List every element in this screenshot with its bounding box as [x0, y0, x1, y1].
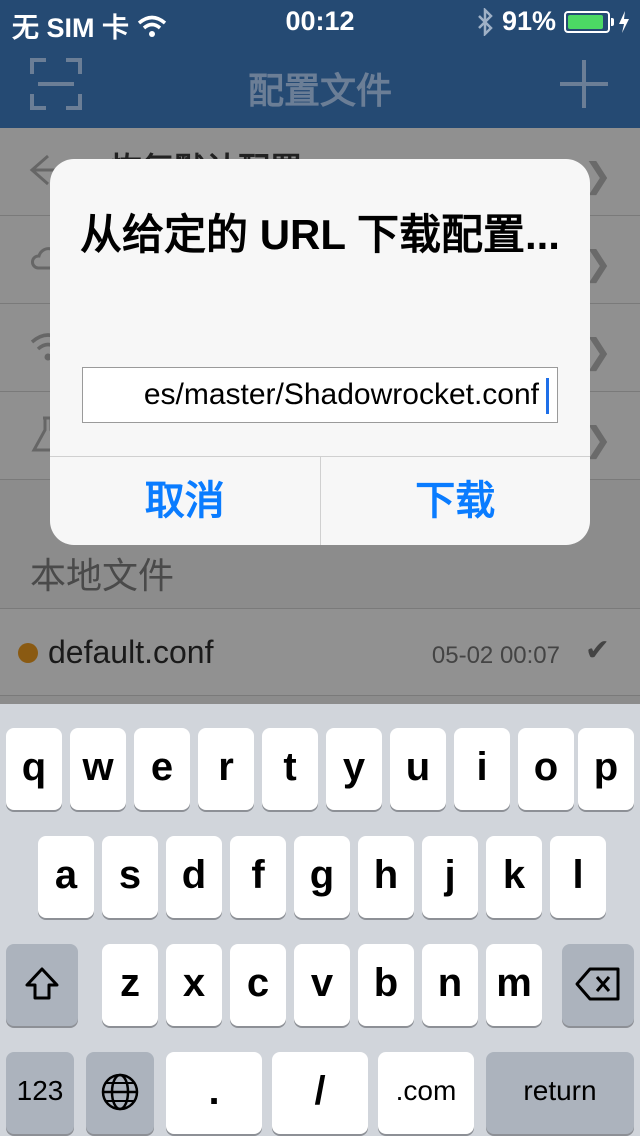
key-a[interactable]: a — [38, 836, 94, 918]
status-bar: 无 SIM 卡 00:12 91% — [0, 0, 640, 43]
key-d[interactable]: d — [166, 836, 222, 918]
page-title: 配置文件 — [247, 70, 392, 111]
url-input[interactable]: es/master/Shadowrocket.conf — [82, 367, 558, 423]
status-dot — [18, 643, 38, 663]
key-n[interactable]: n — [422, 944, 478, 1026]
key-r[interactable]: r — [198, 728, 254, 810]
key-q[interactable]: q — [6, 728, 62, 810]
key-t[interactable]: t — [262, 728, 318, 810]
key-s[interactable]: s — [102, 836, 158, 918]
key-j[interactable]: j — [422, 836, 478, 918]
section-title: 本地文件 — [30, 555, 175, 596]
return-key[interactable]: return — [486, 1052, 634, 1134]
file-name: default.conf — [48, 634, 214, 670]
key-z[interactable]: z — [102, 944, 158, 1026]
key-c[interactable]: c — [230, 944, 286, 1026]
globe-icon — [101, 1073, 139, 1111]
file-time: 05-02 00:07 — [431, 642, 560, 669]
status-right: 91% — [476, 6, 630, 37]
file-row[interactable]: default.conf 05-02 00:07 ✔ — [0, 608, 640, 696]
key-g[interactable]: g — [294, 836, 350, 918]
key-x[interactable]: x — [166, 944, 222, 1026]
shift-icon — [25, 967, 59, 1000]
download-button[interactable]: 下载 — [319, 457, 591, 545]
key-o[interactable]: o — [518, 728, 574, 810]
delete-key[interactable] — [562, 944, 634, 1026]
battery-percent: 91% — [501, 6, 556, 36]
dialog-actions: 取消 下载 — [50, 456, 590, 545]
dotcom-key[interactable]: .com — [378, 1052, 474, 1134]
backspace-icon — [575, 967, 620, 1001]
key-i[interactable]: i — [454, 728, 510, 810]
bluetooth-icon — [478, 7, 493, 36]
keyboard: q w e r t y u i o p a s d f g h j k l z … — [0, 704, 640, 1136]
dot-key[interactable]: . — [166, 1052, 262, 1134]
key-e[interactable]: e — [134, 728, 190, 810]
key-l[interactable]: l — [550, 836, 606, 918]
checkmark-icon: ✔ — [584, 634, 610, 667]
key-w[interactable]: w — [70, 728, 126, 810]
shift-key[interactable] — [6, 944, 78, 1026]
battery-icon — [564, 10, 614, 33]
numbers-key[interactable]: 123 — [6, 1052, 74, 1134]
globe-key[interactable] — [86, 1052, 154, 1134]
battery-fill — [568, 14, 603, 29]
key-v[interactable]: v — [294, 944, 350, 1026]
key-p[interactable]: p — [578, 728, 634, 810]
key-y[interactable]: y — [326, 728, 382, 810]
url-input-value: es/master/Shadowrocket.conf — [143, 378, 539, 411]
key-m[interactable]: m — [486, 944, 542, 1026]
download-dialog: 从给定的 URL 下载配置... es/master/Shadowrocket.… — [50, 159, 590, 545]
nav-bar: 配置文件 — [0, 40, 640, 128]
slash-key[interactable]: / — [272, 1052, 368, 1134]
plus-icon[interactable] — [558, 58, 610, 110]
text-caret — [546, 378, 549, 414]
cancel-button[interactable]: 取消 — [50, 457, 320, 545]
key-k[interactable]: k — [486, 836, 542, 918]
key-b[interactable]: b — [358, 944, 414, 1026]
key-u[interactable]: u — [390, 728, 446, 810]
dialog-title: 从给定的 URL 下载配置... — [80, 211, 560, 258]
charging-icon — [619, 10, 629, 33]
key-f[interactable]: f — [230, 836, 286, 918]
key-h[interactable]: h — [358, 836, 414, 918]
